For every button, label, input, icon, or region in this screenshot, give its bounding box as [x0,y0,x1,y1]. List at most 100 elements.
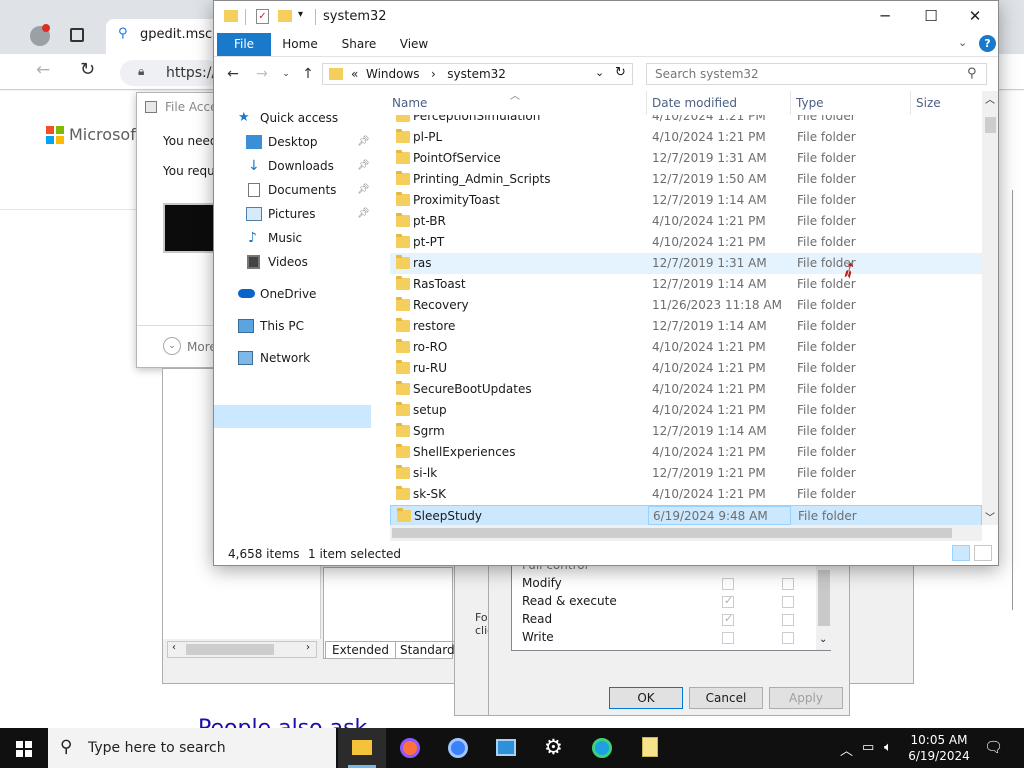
expand-ribbon-icon[interactable]: ⌄ [958,36,967,49]
taskbar-search-input[interactable]: Type here to search [88,740,226,756]
back-arrow-icon[interactable]: ← [36,60,50,80]
file-row[interactable]: restore 12/7/2019 1:14 AM File folder [390,316,982,337]
properties-icon[interactable]: ✓ [256,9,269,24]
pin-icon[interactable]: 📌︎ [357,179,370,201]
tab-share[interactable]: Share [338,33,380,56]
new-folder-icon[interactable] [278,10,292,22]
file-row[interactable]: ras 12/7/2019 1:31 AM File folder [390,253,982,274]
file-row[interactable]: SecureBootUpdates 4/10/2024 1:21 PM File f… [390,379,982,400]
search-box[interactable]: Search system32 ⚲ [646,63,987,85]
file-row[interactable]: setup 4/10/2024 1:21 PM File folder [390,400,982,421]
scroll-down-icon[interactable]: ⌄ [819,634,827,645]
taskbar-chrome[interactable] [434,728,482,768]
cancel-button[interactable]: Cancel [689,687,763,709]
file-row[interactable]: ProximityToast 12/7/2019 1:14 AM File fold… [390,190,982,211]
allow-checkbox[interactable] [722,578,734,590]
horizontal-scrollbar[interactable] [390,525,982,541]
taskbar-notepad[interactable] [626,728,674,768]
taskbar-file-explorer[interactable] [338,728,386,768]
allow-checkbox[interactable] [722,632,734,644]
taskbar-control-panel[interactable] [482,728,530,768]
file-row[interactable]: pl-PL 4/10/2024 1:21 PM File folder [390,127,982,148]
system-clock[interactable]: 10:05 AM 6/19/2024 [904,732,974,764]
close-button[interactable]: ✕ [952,1,998,32]
taskbar-edge[interactable] [578,728,626,768]
file-row[interactable]: ShellExperiences 4/10/2024 1:21 PM File fo… [390,442,982,463]
deny-checkbox[interactable] [782,596,794,608]
file-row[interactable]: pt-BR 4/10/2024 1:21 PM File folder [390,211,982,232]
up-arrow-icon[interactable]: ↑ [298,64,318,84]
column-header-date[interactable]: Date modified [652,96,737,110]
file-row[interactable]: Printing_Admin_Scripts 12/7/2019 1:50 AM F… [390,169,982,190]
maximize-button[interactable]: ☐ [908,1,954,32]
file-row[interactable]: PerceptionSimulation 4/10/2024 1:21 PM Fil… [390,115,982,127]
file-row[interactable]: pt-PT 4/10/2024 1:21 PM File folder [390,232,982,253]
column-separator[interactable] [910,91,911,115]
deny-checkbox[interactable] [782,632,794,644]
address-breadcrumb[interactable]: « Windows › system32 ⌄ ↻ [322,63,633,85]
file-row[interactable]: ru-RU 4/10/2024 1:21 PM File folder [390,358,982,379]
minimize-button[interactable]: ─ [862,1,908,32]
horizontal-scrollbar[interactable]: ‹ › [167,641,317,658]
show-hidden-icons-icon[interactable]: ︿ [840,740,853,759]
pin-icon[interactable]: 📌︎ [357,155,370,177]
allow-checkbox[interactable] [722,612,734,626]
breadcrumb-overflow[interactable]: « [351,67,358,81]
tab-extended[interactable]: Extended [325,641,396,658]
scroll-down-icon[interactable]: ﹀ [985,509,995,524]
apply-button[interactable]: Apply [769,687,843,709]
scroll-left-icon[interactable]: ‹ [172,642,176,653]
file-row[interactable]: Sgrm 12/7/2019 1:14 AM File folder [390,421,982,442]
chevron-down-icon[interactable]: ⌄ [163,337,181,355]
permissions-scrollbar[interactable]: ⌄ [816,566,832,650]
tab-home[interactable]: Home [278,33,322,56]
start-button[interactable] [0,728,48,768]
scroll-right-icon[interactable]: › [306,642,310,653]
scroll-thumb[interactable] [818,570,830,626]
file-row[interactable]: ro-RO 4/10/2024 1:21 PM File folder [390,337,982,358]
nav-item-documents[interactable]: Documents 📌︎ [246,179,406,201]
help-icon[interactable]: ? [979,35,996,52]
column-header-type[interactable]: Type [796,96,824,110]
large-icons-view-button[interactable] [974,545,992,561]
forward-arrow-icon[interactable]: → [252,64,272,84]
vertical-scrollbar[interactable]: ︿ ﹀ [982,91,998,525]
file-row[interactable]: si-lk 12/7/2019 1:21 PM File folder [390,463,982,484]
column-header-name[interactable]: Name [392,96,427,110]
search-input[interactable]: Search system32 [655,67,759,81]
file-row[interactable]: PointOfService 12/7/2019 1:31 AM File fold… [390,148,982,169]
allow-checkbox[interactable] [722,594,734,608]
breadcrumb-windows[interactable]: Windows [366,67,420,81]
scroll-thumb[interactable] [985,117,996,133]
browser-tab-gpedit[interactable]: ⚲ gpedit.msc w [106,19,226,55]
tab-actions-icon[interactable] [70,28,84,42]
nav-item-downloads[interactable]: ↓ Downloads 📌︎ [246,155,406,177]
details-view-button[interactable] [952,545,970,561]
deny-checkbox[interactable] [782,614,794,626]
pin-icon[interactable]: 📌︎ [357,203,370,225]
scroll-thumb[interactable] [186,644,274,655]
refresh-icon[interactable]: ↻ [80,59,95,80]
file-row[interactable]: RasToast 12/7/2019 1:14 AM File folder [390,274,982,295]
address-bar[interactable]: 🔒︎ https:// [120,60,220,86]
taskbar-firefox[interactable] [386,728,434,768]
tab-view[interactable]: View [398,33,430,56]
taskbar-settings[interactable]: ⚙ [530,728,578,768]
tab-standard[interactable]: Standard [395,641,460,658]
file-row[interactable]: sk-SK 4/10/2024 1:21 PM File folder [390,484,982,505]
taskbar-search[interactable]: ⚲ Type here to search [48,728,336,768]
file-row[interactable]: SleepStudy 6/19/2024 9:48 AM File folder [390,505,982,526]
recent-locations-icon[interactable]: ⌄ [276,64,296,84]
column-separator[interactable] [646,91,647,115]
back-arrow-icon[interactable]: ← [223,64,243,84]
notifications-icon[interactable]: 🗨︎ [984,738,1003,756]
column-header-size[interactable]: Size [916,96,941,110]
file-row[interactable]: Recovery 11/26/2023 11:18 AM File folder [390,295,982,316]
scroll-up-icon[interactable]: ︿ [985,91,995,106]
network-icon[interactable]: ▭ [862,740,874,755]
scroll-thumb[interactable] [392,528,952,538]
nav-item-pictures[interactable]: Pictures 📌︎ [246,203,406,225]
refresh-icon[interactable]: ↻ [615,65,626,80]
volume-icon[interactable]: 🔈︎ [884,740,892,755]
column-separator[interactable] [790,91,791,115]
